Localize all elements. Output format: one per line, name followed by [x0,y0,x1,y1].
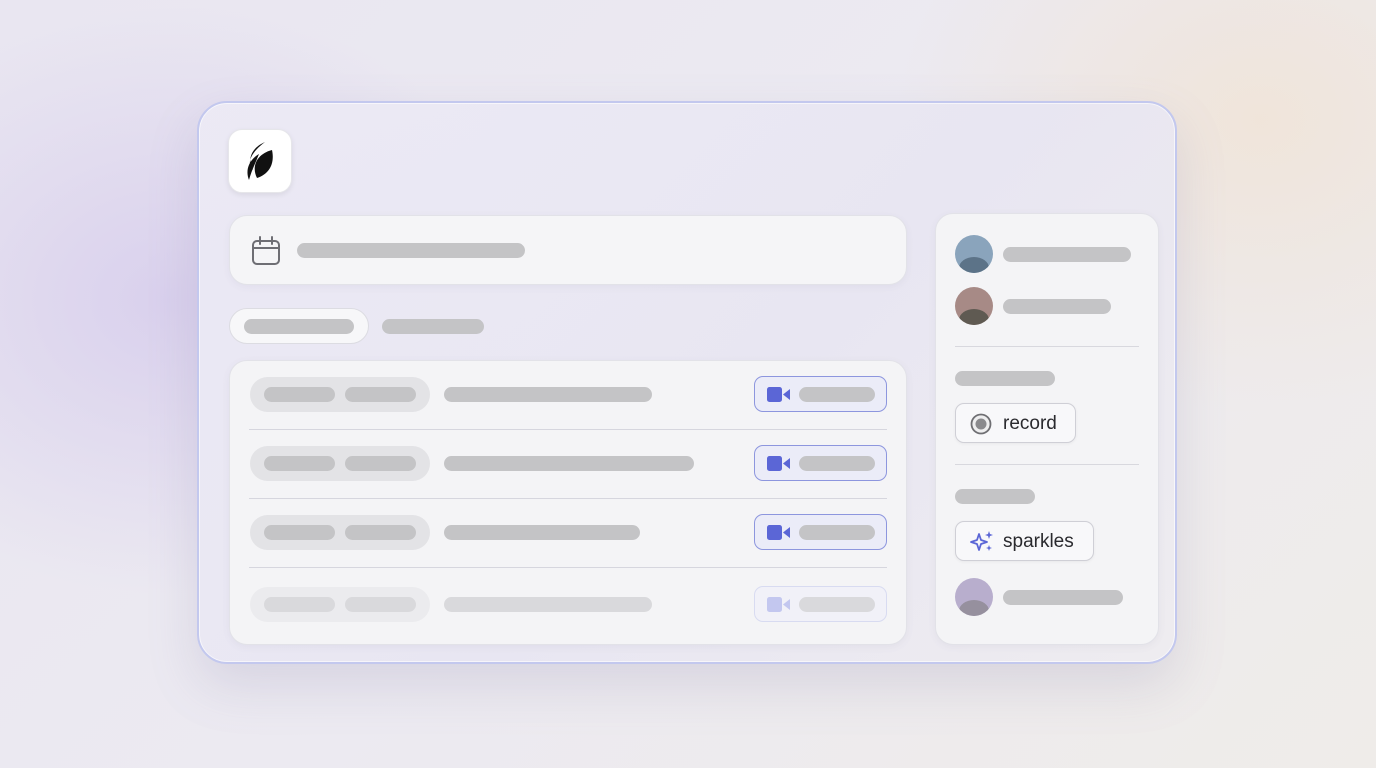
meeting-time-pill [250,587,430,622]
row-divider [249,567,887,568]
section-heading-bar [955,371,1055,386]
flame-icon [247,142,273,180]
tab-label-bar [244,319,354,334]
time-bar [345,387,416,402]
participant-name-bar [1003,247,1131,262]
meeting-title-bar [444,525,640,540]
video-camera-icon [767,525,790,540]
time-bar [345,597,416,612]
panel-divider [955,346,1139,347]
avatar[interactable] [955,578,993,616]
meeting-row[interactable] [230,499,906,568]
section-heading-bar [955,489,1035,504]
app-logo[interactable] [228,129,292,193]
time-bar [264,456,335,471]
join-label-bar [799,387,875,402]
participant-name-bar [1003,590,1123,605]
meeting-time-pill [250,377,430,412]
sparkles-button[interactable]: sparkles [955,521,1094,561]
time-bar [264,387,335,402]
join-video-button[interactable] [754,445,887,481]
record-icon [970,413,992,435]
sparkles-label: sparkles [1003,531,1074,552]
meeting-row[interactable] [230,430,906,499]
app-window: record sparkles [197,101,1177,664]
join-video-button[interactable] [754,376,887,412]
sparkles-icon [970,531,993,551]
meeting-title-bar [444,456,694,471]
tab-active[interactable] [229,308,369,344]
join-video-button[interactable] [754,514,887,550]
video-camera-icon [767,597,790,612]
meeting-list [229,360,907,645]
meeting-time-pill [250,446,430,481]
time-bar [264,597,335,612]
meeting-title-bar [444,387,652,402]
tab-inactive[interactable] [382,319,484,334]
participant-name-bar [1003,299,1111,314]
meeting-time-pill [250,515,430,550]
meeting-row[interactable] [230,571,906,640]
join-label-bar [799,597,875,612]
record-label: record [1003,413,1057,434]
avatar[interactable] [955,287,993,325]
date-search-field[interactable] [229,215,907,285]
time-bar [345,525,416,540]
time-bar [264,525,335,540]
avatar[interactable] [955,235,993,273]
meeting-row[interactable] [230,361,906,430]
time-bar [345,456,416,471]
panel-divider [955,464,1139,465]
search-placeholder-bar [297,243,525,258]
calendar-icon [252,236,280,265]
join-label-bar [799,456,875,471]
participants-panel: record sparkles [935,213,1159,645]
record-button[interactable]: record [955,403,1076,443]
join-video-button[interactable] [754,586,887,622]
video-camera-icon [767,456,790,471]
join-label-bar [799,525,875,540]
meeting-title-bar [444,597,652,612]
video-camera-icon [767,387,790,402]
